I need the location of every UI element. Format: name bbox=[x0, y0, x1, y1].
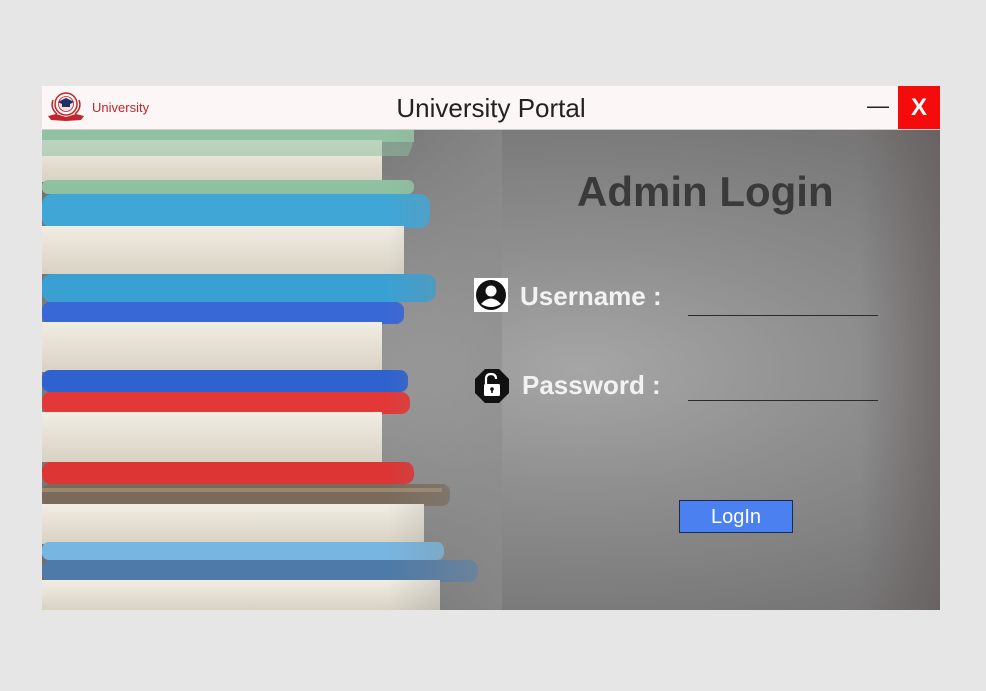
books-stack-image bbox=[42, 130, 502, 610]
login-window: University University Portal — X Admin L… bbox=[42, 86, 940, 610]
login-button[interactable]: LogIn bbox=[679, 500, 793, 533]
username-input[interactable] bbox=[688, 285, 878, 316]
login-panel: Admin Login Username : Password : LogIn bbox=[42, 130, 940, 610]
page-heading: Admin Login bbox=[577, 168, 834, 215]
title-bar: University University Portal — X bbox=[42, 86, 940, 130]
window-title: University Portal bbox=[396, 93, 586, 123]
minimize-button[interactable]: — bbox=[858, 86, 898, 129]
user-icon bbox=[474, 278, 508, 312]
password-label: Password : bbox=[522, 370, 661, 400]
close-button[interactable]: X bbox=[898, 86, 940, 129]
lock-icon bbox=[475, 369, 509, 403]
password-input[interactable] bbox=[688, 370, 878, 401]
username-label: Username : bbox=[520, 281, 662, 311]
